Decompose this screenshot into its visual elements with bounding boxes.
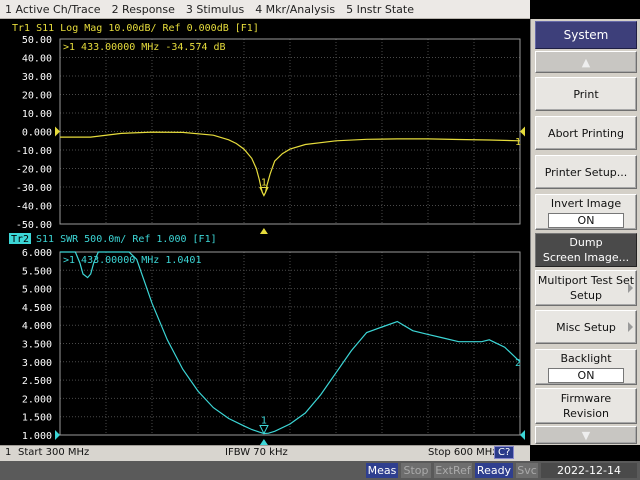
menu-mkr-analysis[interactable]: 4 Mkr/Analysis [250, 3, 341, 16]
softkey-panel: System ▲ Print Abort Printing Printer Se… [530, 19, 640, 445]
y-tick-label: 4.000 [22, 321, 52, 332]
trace-end-label: 1 [515, 137, 521, 148]
misc-setup-label: Misc Setup [556, 320, 616, 334]
y-tick-label: -50.00 [16, 220, 52, 231]
y-tick-label: 1.500 [22, 413, 52, 424]
marker-label: 1 [261, 177, 267, 188]
plot-area: Tr1 S11 Log Mag 10.00dB/ Ref 0.000dB [F1… [0, 19, 530, 445]
scroll-down-icon: ▼ [581, 428, 591, 442]
y-tick-label: -40.00 [16, 202, 52, 213]
invert-image-state: ON [548, 213, 624, 228]
y-tick-label: 5.500 [22, 266, 52, 277]
y-tick-label: 0.000 [22, 128, 52, 139]
firmware-label-line2: Revision [563, 407, 609, 420]
printer-setup-button[interactable]: Printer Setup... [535, 155, 637, 189]
menu-stimulus[interactable]: 3 Stimulus [181, 3, 250, 16]
menu-active-ch-trace[interactable]: 1 Active Ch/Trace [0, 3, 107, 16]
backlight-button[interactable]: Backlight ON [535, 349, 637, 385]
instrument-status-bar: Meas Stop ExtRef Ready Svc 2022-12-14 18… [0, 461, 640, 480]
y-tick-label: 30.00 [22, 72, 52, 83]
channel-status-bar: 1 Start 300 MHz IFBW 70 kHz Stop 600 MHz… [0, 445, 530, 461]
stop-frequency[interactable]: Stop 600 MHz [428, 447, 498, 458]
y-tick-label: 3.000 [22, 358, 52, 369]
y-tick-label: 20.00 [22, 91, 52, 102]
trace1-header: Tr1 S11 Log Mag 10.00dB/ Ref 0.000dB [F1… [12, 23, 259, 34]
y-tick-label: -30.00 [16, 183, 52, 194]
trace2-header: S11 SWR 500.0m/ Ref 1.000 [F1] [36, 234, 217, 245]
y-tick-label: 40.00 [22, 54, 52, 65]
y-tick-label: -10.00 [16, 146, 52, 157]
trace2-tag[interactable]: Tr2 [11, 234, 29, 245]
y-tick-label: 10.00 [22, 109, 52, 120]
status-extref: ExtRef [434, 463, 472, 478]
firmware-label-line1: Firmware [560, 392, 612, 405]
scroll-up-icon: ▲ [581, 55, 591, 69]
marker-position-icon [259, 228, 268, 234]
multiport-label-line1: Multiport Test Set [537, 274, 635, 287]
channel-number: 1 [5, 447, 12, 458]
submenu-arrow-icon [628, 283, 633, 293]
correction-badge: C? [494, 446, 515, 459]
ref-level-left-icon [55, 126, 60, 137]
trace-end-label: 2 [515, 358, 521, 369]
y-tick-label: 6.000 [22, 248, 52, 259]
measurement-display: Tr1 S11 Log Mag 10.00dB/ Ref 0.000dB [F1… [9, 23, 525, 445]
ref-level-right-icon [520, 126, 525, 137]
y-tick-label: 2.000 [22, 394, 52, 405]
start-frequency[interactable]: Start 300 MHz [18, 447, 89, 458]
ifbw-value[interactable]: IFBW 70 kHz [225, 447, 288, 458]
marker-readout: >1 433.00000 MHz 1.0401 [63, 255, 201, 266]
y-tick-label: -20.00 [16, 165, 52, 176]
status-datetime: 2022-12-14 18:00 [541, 463, 637, 480]
backlight-label: Backlight [560, 352, 612, 365]
dump-label-line2: Screen Image... [542, 251, 630, 264]
abort-printing-button[interactable]: Abort Printing [535, 116, 637, 150]
dump-label-line1: Dump [569, 236, 603, 249]
print-button[interactable]: Print [535, 77, 637, 111]
softkey-title: System [535, 21, 637, 49]
multiport-test-set-button[interactable]: Multiport Test Set Setup [535, 270, 637, 306]
y-tick-label: 3.500 [22, 340, 52, 351]
y-tick-label: 2.500 [22, 376, 52, 387]
invert-image-label: Invert Image [550, 197, 622, 210]
trace1-panel: 50.00 40.00 30.00 20.00 10.00 0.000 -10.00 -20.… [16, 35, 525, 234]
status-ready: Ready [475, 463, 513, 478]
menu-bar: 1 Active Ch/Trace 2 Response 3 Stimulus … [0, 0, 530, 19]
y-tick-label: 1.000 [22, 431, 52, 442]
menu-instr-state[interactable]: 5 Instr State [341, 3, 420, 16]
marker-readout: >1 433.00000 MHz -34.574 dB [63, 42, 226, 53]
invert-image-button[interactable]: Invert Image ON [535, 194, 637, 230]
softkey-scroll-up[interactable]: ▲ [535, 51, 637, 73]
y-tick-label: 4.500 [22, 303, 52, 314]
ref-level-left-icon [55, 430, 60, 440]
y-tick-label: 50.00 [22, 35, 52, 46]
status-svc: Svc [516, 463, 538, 478]
multiport-label-line2: Setup [569, 289, 603, 302]
firmware-revision-button[interactable]: Firmware Revision [535, 388, 637, 424]
status-meas: Meas [366, 463, 398, 478]
submenu-arrow-icon [628, 322, 633, 332]
y-tick-label: 5.000 [22, 285, 52, 296]
marker-label: 1 [261, 416, 267, 427]
misc-setup-button[interactable]: Misc Setup [535, 310, 637, 344]
status-stop: Stop [401, 463, 431, 478]
softkey-scroll-down[interactable]: ▼ [535, 426, 637, 444]
ref-level-right-icon [520, 430, 525, 440]
dump-screen-image-button[interactable]: Dump Screen Image... [535, 233, 637, 267]
backlight-state: ON [548, 368, 624, 383]
menu-response[interactable]: 2 Response [107, 3, 181, 16]
trace2-panel: 6.000 5.500 5.000 4.500 4.000 3.500 3.000 2.500… [22, 248, 525, 445]
